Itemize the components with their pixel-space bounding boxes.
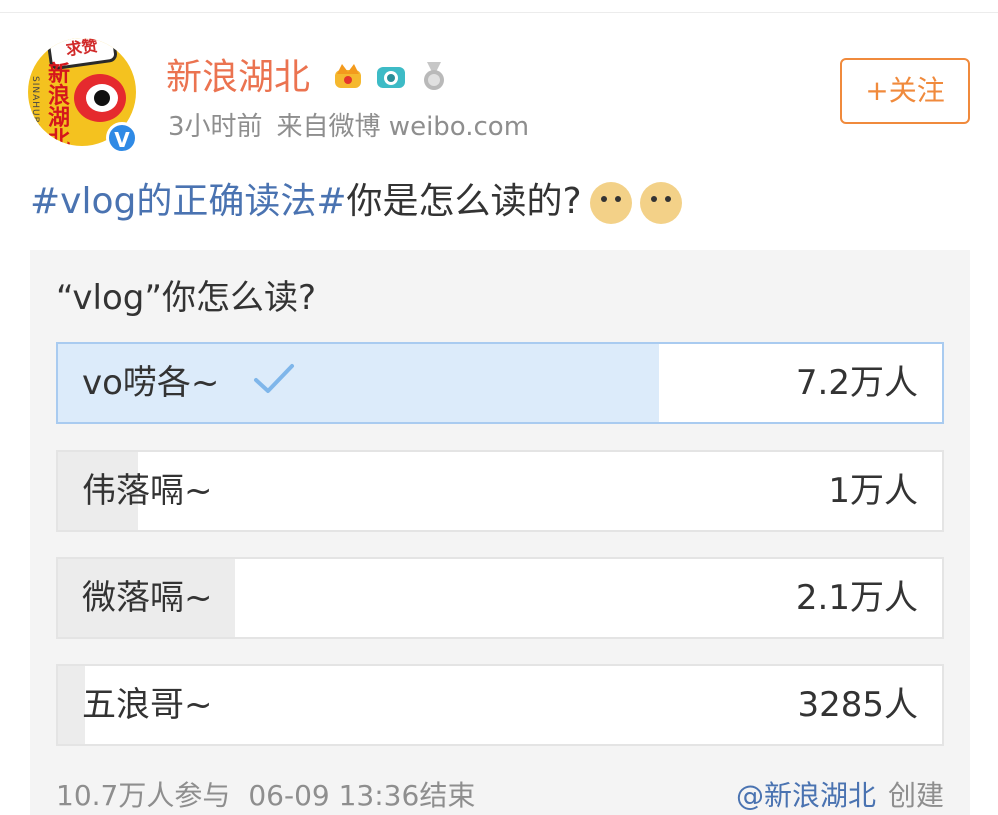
poll-option[interactable]: 伟落嗝~ 1万人 <box>56 450 944 532</box>
poll-option-bar <box>58 666 85 744</box>
sina-eye-pupil <box>94 90 110 106</box>
poll-option-count: 2.1万人 <box>795 578 918 618</box>
camera-icon[interactable] <box>375 60 407 92</box>
poll-option[interactable]: 微落嗝~ 2.1万人 <box>56 557 944 639</box>
poll-option[interactable]: vo唠各~ 7.2万人 <box>56 342 944 424</box>
poll-question: “vlog”你怎么读? <box>56 278 317 318</box>
follow-button[interactable]: +关注 <box>840 58 970 124</box>
poll-card: “vlog”你怎么读? vo唠各~ 7.2万人 伟落嗝~ 1万人 微落嗝~ 2.… <box>30 250 970 815</box>
username[interactable]: 新浪湖北 <box>166 56 310 100</box>
doge-emoji <box>639 182 682 224</box>
avatar-side-text: SINAHUBEI <box>30 76 40 135</box>
poll-option-count: 7.2万人 <box>795 363 918 403</box>
poll-option-label: vo唠各~ <box>82 363 220 403</box>
poll-option-label: 五浪哥~ <box>82 685 213 725</box>
post-text: 你是怎么读的? <box>346 181 582 222</box>
user-badges <box>332 60 456 96</box>
poll-creator: @新浪湖北 创建 <box>736 778 944 814</box>
hashtag-link[interactable]: #vlog的正确读法# <box>30 181 347 222</box>
weibo-post: 求赞 新浪湖北 SINAHUBEI V 新浪湖北 3小时前 来自微博 weibo… <box>0 0 998 815</box>
check-icon <box>252 346 296 423</box>
avatar[interactable]: 求赞 新浪湖北 SINAHUBEI V <box>28 30 140 154</box>
poll-option-count: 3285人 <box>797 685 918 725</box>
poll-option-label: 微落嗝~ <box>82 578 213 618</box>
poll-option-label: 伟落嗝~ <box>82 471 213 511</box>
post-body: #vlog的正确读法#你是怎么读的? <box>30 178 682 226</box>
verified-icon: V <box>106 122 138 154</box>
poll-stats: 10.7万人参与 06-09 13:36结束 <box>56 778 493 814</box>
divider <box>0 12 998 13</box>
crown-icon[interactable] <box>332 60 364 92</box>
poll-end-time: 06-09 13:36结束 <box>248 779 476 812</box>
post-meta: 3小时前 来自微博 weibo.com <box>168 110 543 144</box>
poll-option-count: 1万人 <box>828 471 918 511</box>
avatar-text: 新浪湖北 <box>47 62 70 147</box>
poll-participants: 10.7万人参与 <box>56 779 231 812</box>
creator-link[interactable]: @新浪湖北 <box>736 779 876 812</box>
post-source[interactable]: 来自微博 weibo.com <box>277 112 530 142</box>
poll-option[interactable]: 五浪哥~ 3285人 <box>56 664 944 746</box>
post-time: 3小时前 <box>168 112 263 142</box>
medal-icon[interactable] <box>418 60 450 92</box>
created-label: 创建 <box>887 779 944 812</box>
doge-emoji <box>589 182 632 224</box>
